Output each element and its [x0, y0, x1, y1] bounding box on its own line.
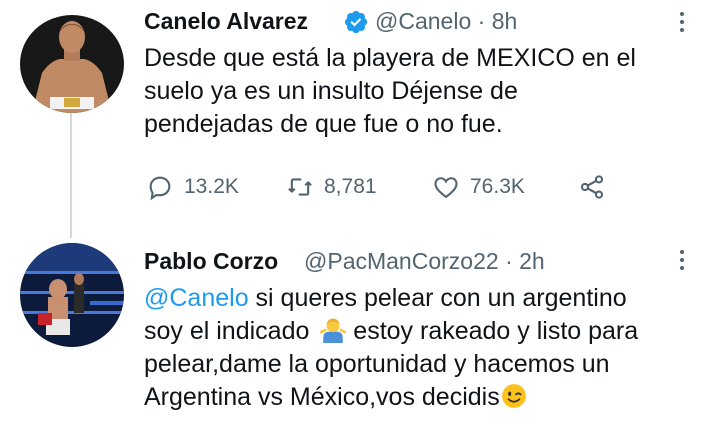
tweet-text: Desde que está la playera de MEXICO en e… [144, 42, 636, 141]
reply-separator: · [505, 248, 513, 274]
reply-text-segment: Argentina vs México,vos decidis [144, 383, 500, 411]
avatar-canelo-image [20, 15, 124, 113]
winking-face-emoji [501, 384, 526, 408]
reply-button[interactable]: 13.2K [146, 173, 239, 201]
retweet-icon [288, 178, 312, 196]
like-button[interactable]: 76.3K [432, 173, 525, 201]
tweet-separator: · [477, 8, 486, 34]
reply-text-line: soy el indicado estoy rakeado y listo pa… [144, 315, 638, 348]
tweet-time[interactable]: 8h [492, 8, 518, 34]
like-count: 76.3K [470, 175, 525, 198]
avatar[interactable] [20, 243, 124, 347]
like-icon [434, 177, 458, 199]
share-button[interactable] [578, 173, 616, 201]
reply-text-line: pelear,dame la oportunidad y hacemos un [144, 350, 610, 378]
share-icon [580, 175, 604, 199]
avatar[interactable] [20, 15, 124, 113]
reply-author-handle[interactable]: @PacManCorzo22 [304, 248, 499, 274]
tweet-text-line: Desde que está la playera de MEXICO en e… [144, 44, 636, 72]
retweet-count: 8,781 [324, 175, 377, 198]
tweet-text-line: pendejadas de que fue o no fue. [144, 110, 503, 138]
tweet-author-handle[interactable]: @Canelo [375, 8, 471, 34]
person-shrugging-emoji [320, 318, 347, 343]
reply-text: @Canelo si queres pelear con un argentin… [144, 282, 638, 414]
more-options-icon[interactable] [678, 12, 686, 36]
reply-text-segment: estoy rakeado y listo para [346, 317, 639, 345]
reply-text-segment: si queres pelear con un argentino [248, 284, 627, 312]
reply-count: 13.2K [184, 175, 239, 198]
reply-time[interactable]: 2h [519, 248, 545, 274]
verified-badge-icon [344, 10, 368, 34]
reply-icon [149, 176, 171, 201]
reply-author-name[interactable]: Pablo Corzo [144, 248, 278, 275]
tweet-text-line: suelo ya es un insulto Déjense de [144, 77, 518, 105]
tweet-author-name[interactable]: Canelo Alvarez [144, 8, 308, 35]
reply-text-line: Argentina vs México,vos decidis [144, 381, 638, 414]
more-options-icon[interactable] [678, 250, 686, 274]
thread-connector-line [70, 108, 72, 238]
avatar-corzo-image [20, 243, 124, 347]
reply-text-segment: soy el indicado [144, 317, 310, 345]
reply-text-line: @Canelo si queres pelear con un argentin… [144, 282, 638, 315]
mention-link[interactable]: @Canelo [144, 284, 249, 312]
retweet-button[interactable]: 8,781 [286, 173, 377, 201]
